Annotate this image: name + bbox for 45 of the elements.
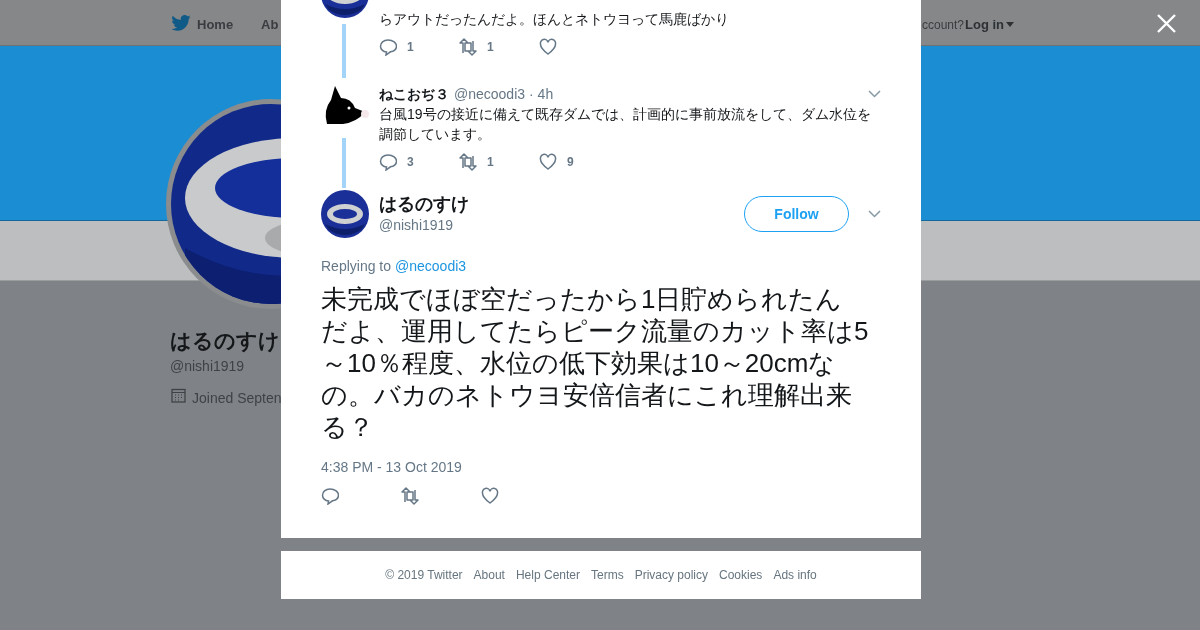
heart-icon[interactable] bbox=[539, 38, 557, 56]
heart-icon[interactable] bbox=[539, 153, 557, 171]
footer-link[interactable]: Terms bbox=[591, 566, 624, 584]
tweet-timestamp: 4:38 PM - 13 Oct 2019 bbox=[321, 458, 463, 477]
user-name[interactable]: はるのすけ bbox=[379, 192, 469, 215]
retweet-icon[interactable] bbox=[459, 153, 477, 171]
tweet-time[interactable]: · 4h bbox=[529, 83, 554, 105]
profile-handle: @nishi1919 bbox=[170, 357, 245, 376]
retweet-icon[interactable] bbox=[401, 487, 419, 505]
tweet-text: 台風19号の接近に備えて既存ダムでは、計画的に事前放流をして、ダム水位を bbox=[379, 105, 872, 124]
reply-icon[interactable] bbox=[321, 487, 339, 505]
footer-link[interactable]: Cookies bbox=[719, 566, 763, 584]
action-count: 1 bbox=[407, 39, 414, 56]
action-count: 1 bbox=[487, 39, 494, 56]
footer-link[interactable]: Ads info bbox=[773, 566, 817, 584]
chevron-icon[interactable] bbox=[868, 210, 881, 218]
footer-link[interactable]: Help Center bbox=[515, 566, 580, 584]
footer-link[interactable]: About bbox=[473, 566, 505, 584]
profile-name: はるのすけ bbox=[170, 328, 280, 354]
reply-icon[interactable] bbox=[379, 38, 397, 56]
close-icon[interactable] bbox=[1157, 14, 1176, 33]
tweet-text: らアウトだったんだよ。ほんとネトウヨって馬鹿ばかり bbox=[379, 10, 730, 29]
action-count: 3 bbox=[407, 154, 414, 171]
nav-link[interactable]: Home bbox=[197, 15, 234, 35]
reply-icon[interactable] bbox=[379, 153, 397, 171]
copyright-text: © 2019 Twitter bbox=[385, 567, 463, 584]
user-name[interactable]: ねこおぢ３ bbox=[379, 83, 449, 105]
chevron-icon[interactable] bbox=[868, 90, 881, 98]
retweet-icon[interactable] bbox=[459, 38, 477, 56]
mention-link[interactable]: @necoodi3 bbox=[395, 256, 467, 277]
login-link[interactable]: Log in bbox=[965, 15, 1014, 35]
action-count: 9 bbox=[567, 154, 574, 171]
tweet-text: 未完成でほぼ空だったから1日貯められたんだよ、運用してたらピーク流量のカット率は5～10％程度、水位の低下効果は10～20cmなの。バカのネトウヨ安倍信者にこれ理解出来る？ bbox=[321, 283, 869, 443]
action-count: 1 bbox=[487, 154, 494, 171]
joined-date: Joined Septen bbox=[192, 389, 282, 408]
user-handle[interactable]: @necoodi3 bbox=[454, 83, 526, 105]
heart-icon[interactable] bbox=[481, 487, 499, 505]
calendar-icon bbox=[171, 388, 186, 403]
tweet-text: 調節しています。 bbox=[379, 125, 492, 144]
footer-link[interactable]: Privacy policy bbox=[634, 566, 708, 584]
account-prompt: ccount? bbox=[922, 17, 965, 34]
caret-icon bbox=[1006, 22, 1014, 28]
user-handle[interactable]: @nishi1919 bbox=[379, 214, 469, 236]
replying-label: Replying to bbox=[321, 257, 392, 276]
nav-link[interactable]: Ab bbox=[261, 15, 279, 35]
